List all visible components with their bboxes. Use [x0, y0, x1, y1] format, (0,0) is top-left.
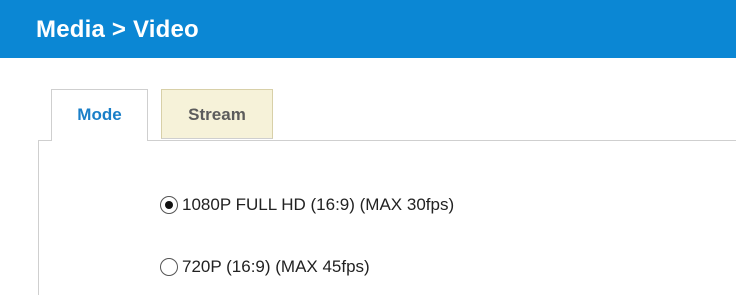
title-bar: Media > Video — [0, 0, 736, 58]
radio-720p[interactable] — [160, 258, 178, 276]
panel-border-left — [38, 140, 39, 295]
radio-1080p[interactable] — [160, 196, 178, 214]
mode-option-1080p[interactable]: 1080P FULL HD (16:9) (MAX 30fps) — [160, 193, 454, 217]
tab-stream[interactable]: Stream — [161, 89, 273, 139]
tab-mode[interactable]: Mode — [51, 89, 148, 141]
mode-option-label: 1080P FULL HD (16:9) (MAX 30fps) — [182, 195, 455, 214]
page-title: Media > Video — [36, 16, 199, 43]
mode-option-label: 720P (16:9) (MAX 45fps) — [182, 257, 370, 276]
mode-option-720p[interactable]: 720P (16:9) (MAX 45fps) — [160, 255, 370, 279]
page: Media > Video Mode Stream 1080P FULL HD … — [0, 0, 736, 295]
